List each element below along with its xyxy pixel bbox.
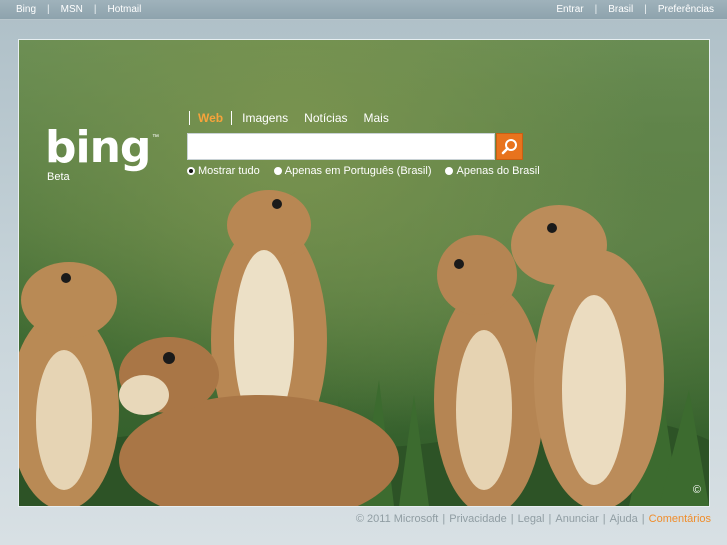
preferences-link[interactable]: Preferências — [658, 4, 714, 15]
animal-left — [19, 262, 119, 506]
footer: © 2011 Microsoft | Privacidade | Legal |… — [356, 513, 711, 525]
radio-show-all[interactable]: Mostrar tudo — [187, 165, 260, 177]
top-nav-left: Bing | MSN | Hotmail — [16, 0, 141, 19]
animal-pair-left — [434, 235, 544, 506]
search-input[interactable] — [187, 133, 495, 160]
top-nav-separator: | — [594, 4, 598, 15]
radio-label: Apenas do Brasil — [456, 165, 540, 177]
footer-separator: | — [602, 513, 606, 525]
top-navigation-bar: Bing | MSN | Hotmail Entrar | Brasil | P… — [0, 0, 727, 20]
top-nav-separator: | — [644, 4, 647, 15]
search-scope-options: Mostrar tudo Apenas em Português (Brasil… — [187, 165, 554, 177]
radio-portuguese-only[interactable]: Apenas em Português (Brasil) — [273, 165, 432, 177]
footer-copyright: © 2011 Microsoft — [355, 513, 439, 525]
beta-label: Beta — [47, 171, 70, 183]
homepage-background-image: bing ™ Beta Web Imagens Notícias Mais Mo… — [18, 39, 710, 507]
radio-label: Mostrar tudo — [198, 165, 260, 177]
footer-separator: | — [510, 513, 514, 525]
footer-separator: | — [641, 513, 645, 525]
radio-button-selected[interactable] — [187, 167, 195, 175]
radio-button[interactable] — [445, 167, 454, 175]
footer-separator: | — [548, 513, 552, 525]
footer-legal-link[interactable]: Legal — [518, 513, 545, 525]
footer-separator: | — [442, 513, 446, 525]
top-nav-right: Entrar | Brasil | Preferências — [556, 0, 714, 19]
radio-brazil-only[interactable]: Apenas do Brasil — [445, 165, 540, 177]
radio-label: Apenas em Português (Brasil) — [284, 165, 432, 177]
sign-in-link[interactable]: Entrar — [556, 4, 583, 15]
tab-web[interactable]: Web — [189, 111, 233, 125]
tab-images[interactable]: Imagens — [234, 111, 296, 125]
search-button[interactable] — [496, 133, 523, 160]
top-nav-bing-link[interactable]: Bing — [16, 4, 36, 15]
top-nav-msn-link[interactable]: MSN — [61, 4, 83, 15]
search-tabs: Web Imagens Notícias Mais — [189, 110, 397, 126]
footer-feedback-link[interactable]: Comentários — [649, 513, 711, 525]
radio-button[interactable] — [273, 167, 282, 175]
tab-more[interactable]: Mais — [356, 111, 397, 125]
logo-trademark: ™ — [152, 134, 159, 141]
bing-logo[interactable]: bing — [45, 126, 151, 170]
image-copyright-icon[interactable]: © — [693, 484, 701, 496]
top-nav-separator: | — [93, 4, 97, 15]
footer-privacy-link[interactable]: Privacidade — [449, 513, 506, 525]
top-nav-separator: | — [47, 4, 50, 15]
tab-news[interactable]: Notícias — [296, 111, 355, 125]
footer-advertise-link[interactable]: Anunciar — [555, 513, 598, 525]
search-icon — [501, 139, 517, 155]
top-nav-hotmail-link[interactable]: Hotmail — [107, 4, 141, 15]
footer-help-link[interactable]: Ajuda — [610, 513, 638, 525]
country-link[interactable]: Brasil — [608, 4, 633, 15]
